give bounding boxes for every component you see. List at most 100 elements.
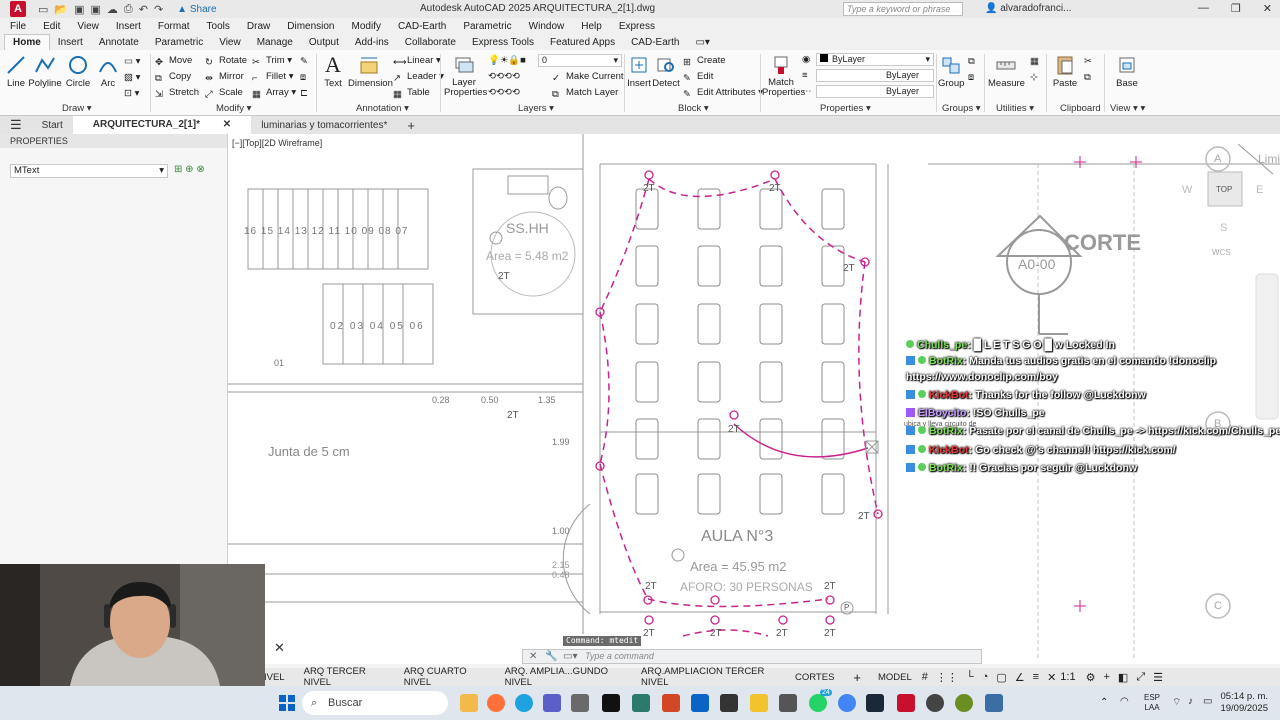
match-properties-button[interactable]: Match Properties [762,54,805,98]
layer-tools-icons[interactable]: ⟲⟲⟲⟲ [488,71,520,82]
network-icon[interactable]: ◠ [1120,696,1129,707]
taskbar-search[interactable]: ⌕ Buscar [302,691,448,715]
new-icon[interactable]: ▭ [38,3,48,16]
share-button[interactable]: ▲ Share [177,4,216,15]
explode-icon[interactable]: ⧈ [300,72,306,83]
measure-button[interactable]: Measure [988,54,1025,89]
system-clock[interactable]: 05:14 p. m. 19/09/2025 [1220,691,1268,715]
viewcube-west[interactable]: W [1182,184,1192,196]
copilot-icon[interactable] [571,694,589,712]
customize-icon[interactable]: ☰ [1153,671,1163,684]
group-edit-icon[interactable]: ⧈ [968,72,974,83]
base-button[interactable]: Base [1112,54,1142,89]
color-wheel-icon[interactable]: ◉ [802,54,810,65]
scale-button[interactable]: ⤢ Scale [205,87,243,100]
text-button[interactable]: A Text [320,54,346,90]
rotate-button[interactable]: ↻ Rotate [205,55,247,68]
layout-tab-cortes[interactable]: CORTES [795,672,834,683]
file-explorer-icon[interactable] [750,694,768,712]
layer-properties-button[interactable]: Layer Properties [444,54,487,98]
menu-cad-earth[interactable]: CAD-Earth [398,21,446,32]
create-block-button[interactable]: ⊞ Create [683,55,726,68]
viewcube-top[interactable]: TOP [1216,185,1232,194]
app-icon-2[interactable] [955,694,973,712]
app-icon[interactable] [632,694,650,712]
lineweight-toggle-icon[interactable]: ≡ [1033,671,1039,683]
menu-express[interactable]: Express [619,21,655,32]
close-command-icon[interactable]: ✕ [529,651,537,662]
make-current-button[interactable]: ✓ Make Current [552,71,624,84]
quick-select-icons[interactable]: ⊞ ⊕ ⊗ [174,164,205,175]
quick-calc-icon[interactable]: ▦ [1030,56,1039,67]
save-as-icon[interactable]: ▣ [91,3,101,16]
open-icon[interactable]: 📂 [54,3,68,16]
tab-express-tools[interactable]: Express Tools [464,35,542,50]
menu-file[interactable]: File [10,21,26,32]
menu-dimension[interactable]: Dimension [287,21,334,32]
linear-button[interactable]: ⟷Linear ▾ [393,55,441,68]
rectangle-icon[interactable]: ▭ ▾ [124,56,140,67]
cut-icon[interactable]: ✂ [1084,56,1092,67]
autocad-logo-icon[interactable]: A [10,1,26,17]
layout-tab-tercer-nivel[interactable]: ARQ TERCER NIVEL [304,666,385,688]
fullscreen-icon[interactable]: ⤢ [1136,671,1145,684]
tab-parametric[interactable]: Parametric [147,35,211,50]
layout-tab-ampliacion-segundo[interactable]: ARQ. AMPLIA...GUNDO NIVEL [505,666,622,688]
user-account[interactable]: 👤 alvaradofranci... [985,3,1071,14]
capcut-icon[interactable] [720,694,738,712]
tiktok-icon[interactable] [602,694,620,712]
menu-modify[interactable]: Modify [352,21,381,32]
layout-tab-cuarto-nivel[interactable]: ARQ CUARTO NIVEL [404,666,486,688]
otrack-icon[interactable]: ∠ [1015,671,1025,684]
tab-luminarias[interactable]: luminarias y tomacorrientes* [251,120,397,131]
tab-featured-apps[interactable]: Featured Apps [542,35,623,50]
customize-command-icon[interactable]: 🔧 [545,651,557,662]
move-button[interactable]: ✥ Move [155,55,192,68]
menu-parametric[interactable]: Parametric [463,21,511,32]
tab-annotate[interactable]: Annotate [91,35,147,50]
dimension-button[interactable]: Dimension [348,54,393,89]
autocad-taskbar-icon[interactable] [897,694,915,712]
restore-icon[interactable]: ❐ [1231,2,1241,15]
polyline-button[interactable]: Polyline [28,54,62,89]
menu-tools[interactable]: Tools [207,21,230,32]
array-button[interactable]: ▦ Array ▾ [252,87,296,100]
tab-cad-earth[interactable]: CAD-Earth [623,35,687,50]
erase-icon[interactable]: ✎ [300,56,308,67]
viewcube-east[interactable]: E [1256,184,1263,196]
detect-button[interactable]: Detect [652,54,680,89]
help-search-input[interactable]: Type a keyword or phrase [843,2,963,16]
outlook-icon[interactable] [691,694,709,712]
menu-help[interactable]: Help [581,21,602,32]
arc-button[interactable]: Arc [96,54,120,89]
modify-group-label[interactable]: Modify ▾ [216,103,251,114]
lineweight-dropdown[interactable]: ByLayer [816,69,934,82]
close-icon[interactable]: ✕ [1263,2,1272,15]
menu-draw[interactable]: Draw [247,21,270,32]
view-group-label[interactable]: View ▾ ▾ [1110,103,1145,114]
group-button[interactable]: Group [938,54,964,89]
settings-icon[interactable] [779,694,797,712]
redo-icon[interactable]: ↷ [154,3,163,16]
menu-insert[interactable]: Insert [116,21,141,32]
menu-format[interactable]: Format [158,21,190,32]
mirror-button[interactable]: ⇹ Mirror [205,71,244,84]
obs-icon[interactable] [926,694,944,712]
widgets-icon[interactable] [460,694,478,712]
volume-icon[interactable]: ♪ [1188,696,1193,707]
layers-group-label[interactable]: Layers ▾ [518,103,554,114]
save-icon[interactable]: ▣ [74,3,84,16]
firefox-icon[interactable] [487,694,505,712]
print-icon[interactable]: ⎙ [124,3,133,16]
circle-button[interactable]: Circle [64,54,92,89]
polar-icon[interactable]: ◔ [982,671,989,683]
edge-icon[interactable] [515,694,533,712]
offset-icon[interactable]: ⊏ [300,88,308,99]
tab-start[interactable]: Start [32,120,73,131]
app-icon-3[interactable] [985,694,1003,712]
edit-attributes-button[interactable]: ✎Edit Attributes ▾ [683,87,763,100]
ribbon-options-icon[interactable]: ▭▾ [687,35,717,50]
boundary-icon[interactable]: ⊡ ▾ [124,88,139,99]
cloud-icon[interactable]: ☁ [107,3,118,16]
tab-collaborate[interactable]: Collaborate [397,35,464,50]
